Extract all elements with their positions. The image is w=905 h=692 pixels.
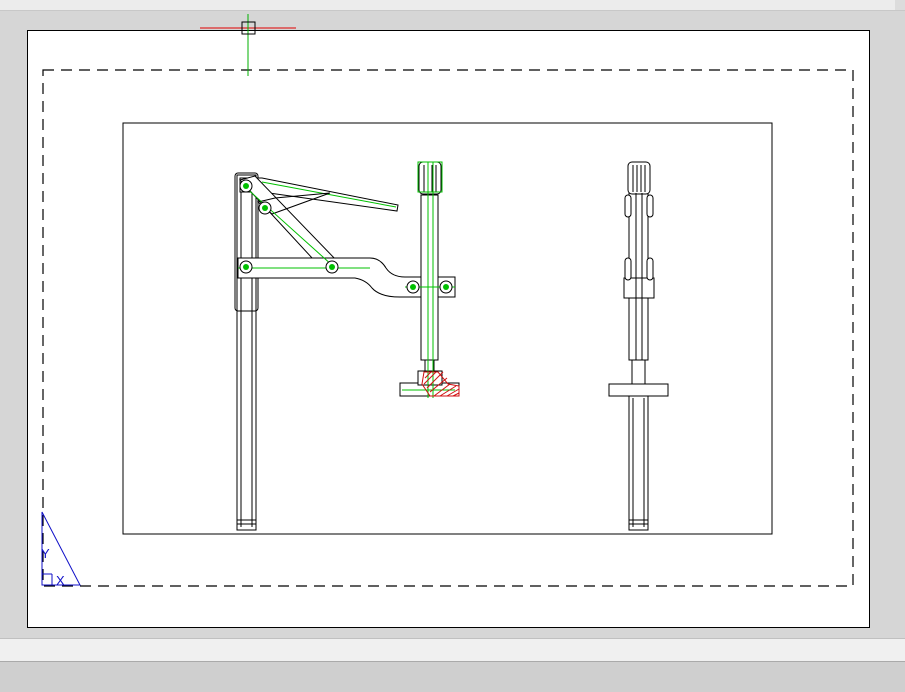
front-view[interactable] xyxy=(234,161,460,531)
drawing-layer[interactable]: Y X xyxy=(0,0,905,691)
side-body-upper xyxy=(628,192,649,279)
side-neck xyxy=(631,359,646,385)
side-flange xyxy=(608,383,669,397)
vertical-post xyxy=(236,174,257,531)
spindle-knob xyxy=(418,161,442,195)
ucs-y-label: Y xyxy=(41,546,50,561)
side-ear-right-2 xyxy=(646,257,654,281)
side-knob xyxy=(627,161,651,195)
crosshair-pickbox-icon xyxy=(200,14,296,76)
side-post xyxy=(628,394,649,531)
side-ear-left-2 xyxy=(624,257,632,281)
side-view[interactable] xyxy=(608,161,669,531)
viewport-frame[interactable] xyxy=(122,122,773,535)
layout-tab-bar[interactable] xyxy=(0,638,905,661)
ucs-x-label: X xyxy=(56,573,65,588)
side-ear-left xyxy=(624,194,632,218)
status-bar xyxy=(0,661,905,692)
spindle xyxy=(420,194,439,361)
side-body-lower xyxy=(628,297,649,361)
side-ear-right xyxy=(646,194,654,218)
printable-area-border xyxy=(42,69,854,587)
side-clamp-block xyxy=(623,277,655,299)
